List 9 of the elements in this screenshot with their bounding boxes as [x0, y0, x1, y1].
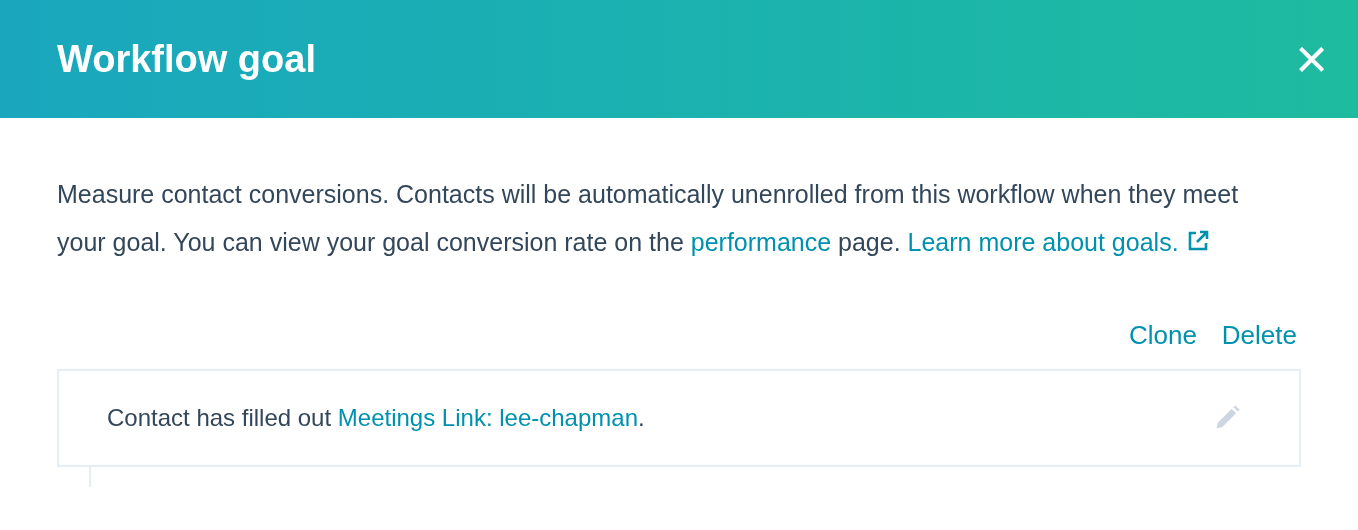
- action-link[interactable]: Delete: [1221, 316, 1297, 355]
- close-button[interactable]: ×: [1295, 31, 1328, 87]
- action-link[interactable]: Clone: [1128, 316, 1197, 355]
- link[interactable]: Learn more about goals.: [907, 228, 1179, 256]
- condition-text: Contact has filled out Meetings Link: lee-chapman.: [107, 403, 645, 433]
- link[interactable]: performance: [690, 228, 832, 256]
- link[interactable]: Meetings Link: lee-chapman: [337, 404, 638, 431]
- modal-title: Workflow goal: [57, 36, 316, 82]
- description-text: Measure contact conversions. Contacts will be automatically unenrolled from this workflow when they meet your goal. You can view your goal conversion rate on the performance page. Learn more about goals.: [57, 179, 1240, 258]
